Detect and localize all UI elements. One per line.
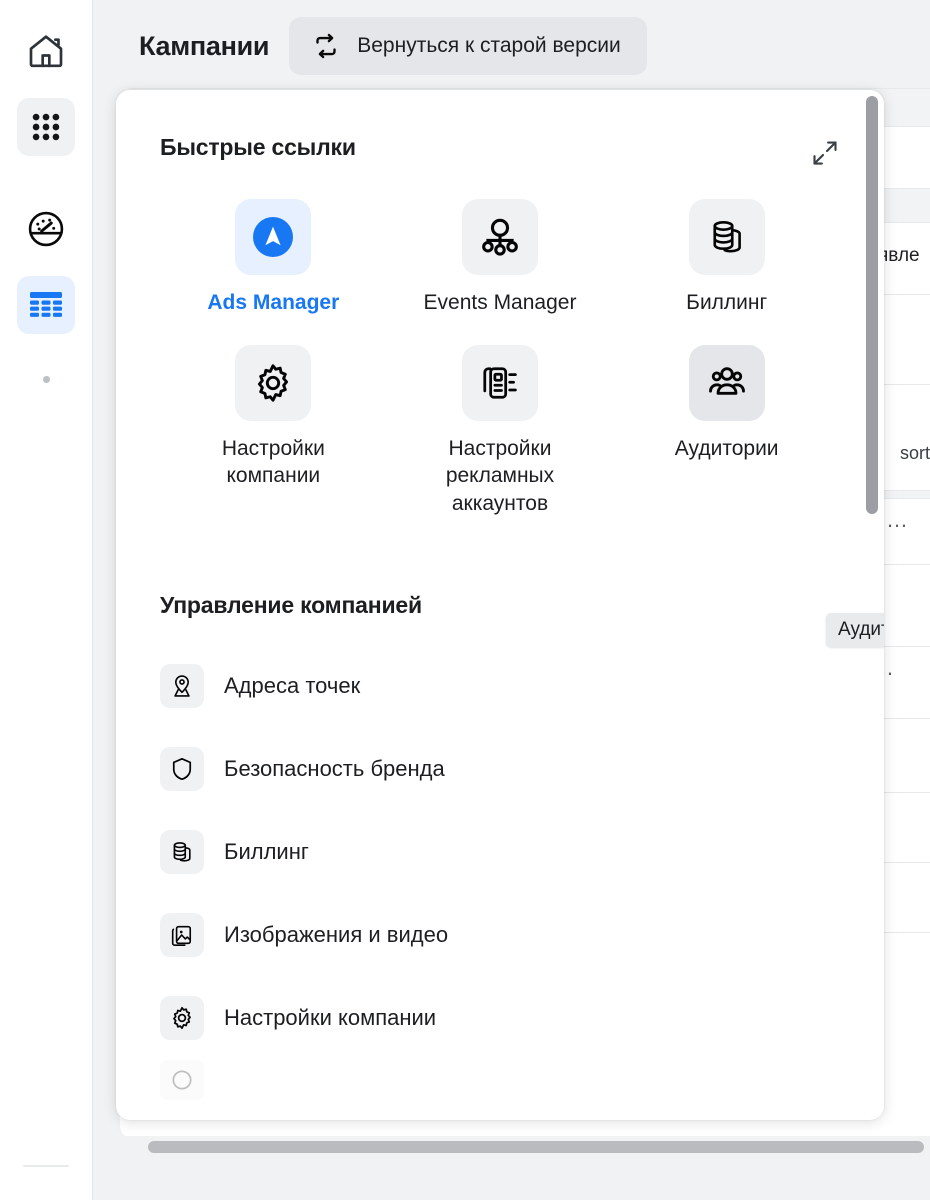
- quick-links-title: Быстрые ссылки: [160, 134, 356, 160]
- list-item-label: Безопасность бренда: [224, 756, 445, 782]
- quick-link-business-settings[interactable]: Настройки компании: [160, 344, 387, 518]
- quick-link-tile: [235, 344, 312, 421]
- swap-loop-icon: [311, 31, 341, 61]
- list-item-icon-tile: [160, 913, 204, 958]
- quick-link-audiences[interactable]: Аудитории: [613, 344, 840, 518]
- coins-stack-icon: [169, 839, 195, 865]
- audiences-tooltip: Аудитории: [826, 613, 884, 647]
- list-item-icon-tile: [160, 747, 204, 792]
- quick-link-tile: [688, 199, 765, 275]
- table-column-label: явле: [878, 245, 920, 266]
- list-item-icon-tile: [160, 664, 204, 709]
- home-icon: [26, 31, 66, 71]
- left-sidebar: [0, 0, 93, 1200]
- people-group-icon: [705, 361, 749, 405]
- panel-scrollbar-thumb[interactable]: [866, 96, 878, 514]
- management-list: Адреса точек Безопасность бренда Биллинг…: [160, 645, 840, 1100]
- list-item-partial[interactable]: [160, 1059, 840, 1100]
- sort-updown-icon[interactable]: sort-updown-icon: [900, 443, 930, 464]
- quick-link-billing[interactable]: Биллинг: [613, 199, 840, 317]
- sidebar-item-apps[interactable]: [17, 98, 75, 156]
- sidebar-divider: [23, 1165, 69, 1167]
- quick-link-tile: [688, 344, 765, 421]
- back-to-old-version-label: Вернуться к старой версии: [357, 34, 621, 57]
- quick-link-ads-manager[interactable]: Ads Manager: [160, 199, 387, 317]
- gear-icon: [169, 1005, 195, 1031]
- speedometer-icon: [25, 208, 67, 250]
- map-pin-icon: [169, 673, 195, 699]
- grid-apps-icon: [29, 110, 63, 144]
- quick-link-label: Настройки рекламных аккаунтов: [445, 436, 555, 516]
- sidebar-item-table[interactable]: [17, 276, 75, 334]
- quick-link-tile: [235, 199, 312, 275]
- row-overflow-menu[interactable]: …: [886, 507, 909, 533]
- horizontal-scrollbar-thumb[interactable]: [148, 1141, 924, 1153]
- gear-icon: [251, 361, 295, 405]
- quick-link-tile: [461, 199, 538, 275]
- page-title: Кампании: [139, 30, 270, 61]
- expand-diagonal-icon[interactable]: [810, 138, 840, 168]
- quick-link-events-manager[interactable]: Events Manager: [387, 199, 614, 317]
- sidebar-more-indicator[interactable]: [42, 376, 50, 383]
- quick-links-grid: Ads Manager Events Manager Биллинг Настр…: [160, 199, 840, 518]
- list-item-label: Изображения и видео: [224, 922, 449, 948]
- quick-link-label: Настройки компании: [221, 436, 325, 488]
- page-header: Кампании Вернуться к старой версии: [93, 0, 930, 92]
- list-item-label: Биллинг: [224, 839, 309, 865]
- sidebar-item-home[interactable]: [17, 22, 75, 80]
- list-item-images-and-video[interactable]: Изображения и видео: [160, 894, 840, 977]
- list-item-label: Адреса точек: [224, 673, 361, 699]
- quick-link-ad-account-settings[interactable]: Настройки рекламных аккаунтов: [387, 344, 614, 518]
- coins-stack-icon: [706, 216, 748, 258]
- navigation-arrow-icon: [249, 213, 297, 261]
- quick-link-label: Аудитории: [674, 436, 779, 460]
- shield-icon: [169, 756, 195, 782]
- table-icon: [28, 290, 64, 320]
- partial-icon: [169, 1067, 195, 1093]
- business-tools-panel: Быстрые ссылки Ads Manager Events Manage…: [116, 90, 884, 1120]
- ad-accounts-icon: [478, 361, 522, 405]
- list-item-icon-tile: [160, 996, 204, 1041]
- app-root: явле sort-updown-icon … … Кампании: [0, 0, 930, 1200]
- events-graph-icon: [478, 215, 522, 259]
- quick-link-label: Events Manager: [423, 291, 577, 314]
- sidebar-item-dashboard[interactable]: [17, 200, 75, 258]
- list-item-business-settings[interactable]: Настройки компании: [160, 977, 840, 1060]
- back-to-old-version-button[interactable]: Вернуться к старой версии: [289, 17, 647, 75]
- management-title: Управление компанией: [160, 591, 422, 618]
- list-item-store-locations[interactable]: Адреса точек: [160, 645, 840, 728]
- images-video-icon: [169, 922, 195, 948]
- list-item-icon-tile: [160, 830, 204, 875]
- list-item-icon-tile: [160, 1059, 204, 1100]
- list-item-label: Настройки компании: [224, 1005, 437, 1031]
- quick-link-label: Ads Manager: [207, 291, 340, 314]
- quick-link-tile: [461, 344, 538, 421]
- list-item-billing[interactable]: Биллинг: [160, 811, 840, 894]
- quick-link-label: Биллинг: [686, 291, 768, 314]
- list-item-brand-safety[interactable]: Безопасность бренда: [160, 728, 840, 811]
